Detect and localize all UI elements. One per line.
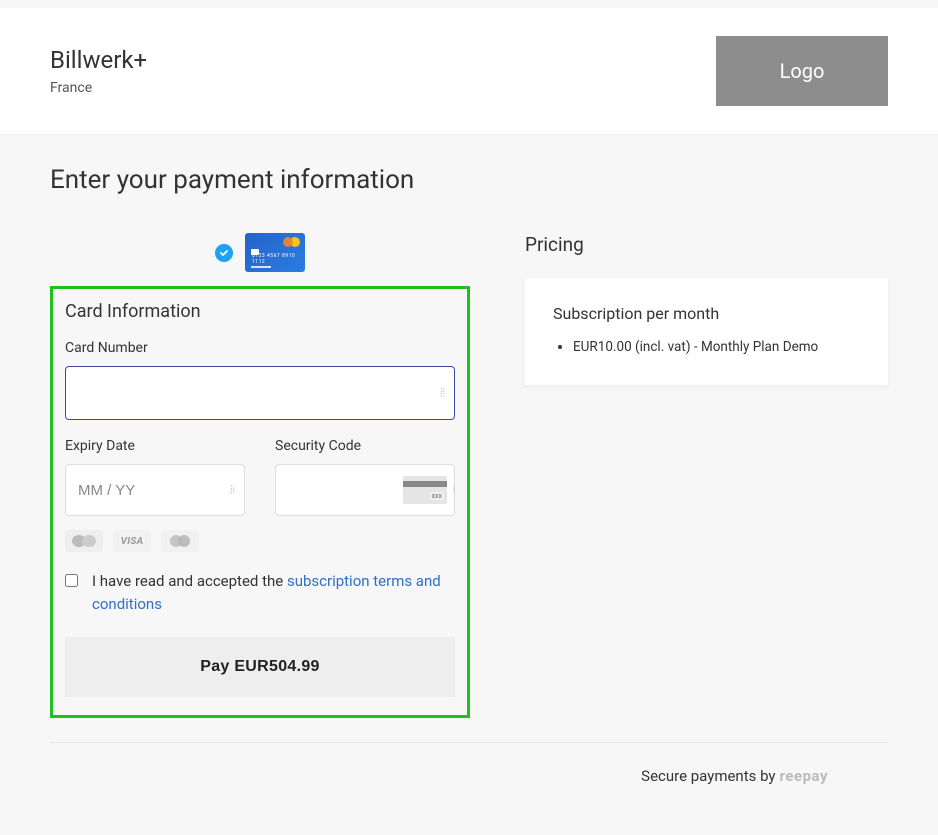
cvv-label: Security Code [275, 438, 455, 454]
dankort-logo-icon [65, 530, 103, 552]
pricing-title: Pricing [525, 233, 888, 256]
cvv-card-icon: ⦙ [403, 476, 447, 504]
header: Billwerk+ France Logo [0, 8, 938, 135]
pricing-list: EUR10.00 (incl. vat) - Monthly Plan Demo [553, 339, 860, 355]
top-strip [0, 0, 938, 8]
payment-column: 0123 4567 8910 1112 Card Information Car… [50, 233, 470, 718]
pricing-column: Pricing Subscription per month EUR10.00 … [525, 233, 888, 385]
card-section-title: Card Information [65, 301, 455, 322]
credit-card-icon: 0123 4567 8910 1112 [245, 233, 305, 272]
mastercard-logo-icon [161, 530, 199, 552]
logo-placeholder: Logo [716, 36, 888, 106]
main-content: Enter your payment information 0123 4567… [0, 135, 938, 805]
brand-block: Billwerk+ France [50, 46, 147, 96]
check-icon [215, 244, 233, 262]
brand-country: France [50, 80, 147, 96]
payment-method-picker[interactable]: 0123 4567 8910 1112 [50, 233, 470, 272]
footer: Secure payments by reepay [50, 742, 888, 785]
accepted-card-logos: VISA [65, 530, 455, 552]
page-title: Enter your payment information [50, 165, 888, 195]
pay-button[interactable]: Pay EUR504.99 [65, 637, 455, 697]
expiry-label: Expiry Date [65, 438, 245, 454]
pricing-card: Subscription per month EUR10.00 (incl. v… [525, 278, 888, 385]
terms-text: I have read and accepted the subscriptio… [92, 570, 455, 615]
card-information-box: Card Information Card Number ⦙⦙ Expiry D… [50, 286, 470, 718]
reepay-logo: reepay [780, 767, 828, 785]
terms-row: I have read and accepted the subscriptio… [65, 570, 455, 615]
card-number-label: Card Number [65, 340, 455, 356]
scan-icon: ⦙⦙ [230, 483, 235, 497]
terms-prefix: I have read and accepted the [92, 572, 287, 590]
secure-text: Secure payments by [641, 767, 775, 785]
scan-icon: ⦙⦙ [440, 386, 445, 400]
card-number-input[interactable] [65, 366, 455, 420]
list-item: EUR10.00 (incl. vat) - Monthly Plan Demo [573, 339, 860, 355]
terms-checkbox[interactable] [65, 574, 78, 587]
expiry-input[interactable] [65, 464, 245, 516]
visa-logo-icon: VISA [113, 530, 151, 552]
brand-name: Billwerk+ [50, 46, 147, 74]
pricing-subtitle: Subscription per month [553, 304, 860, 323]
